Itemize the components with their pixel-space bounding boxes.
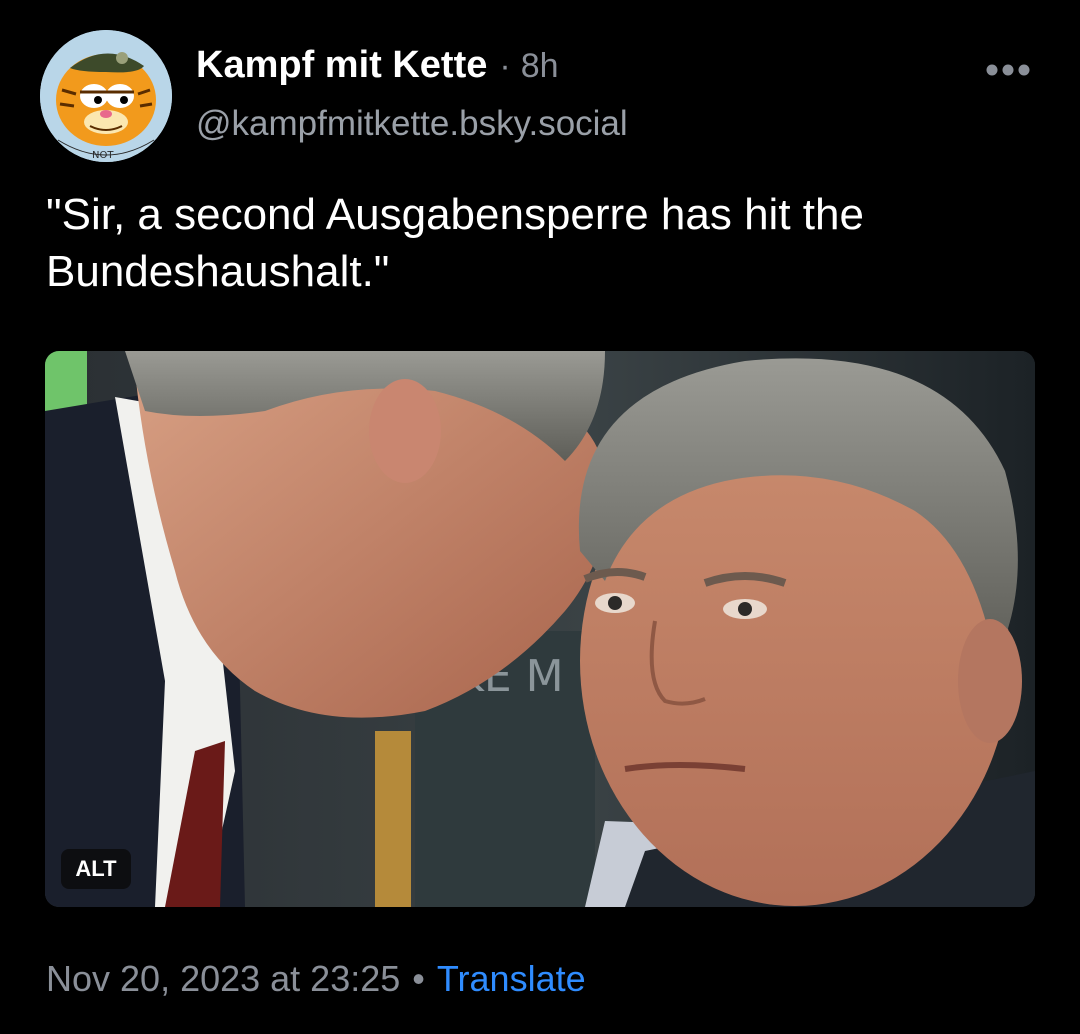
garfield-avatar-icon: NOT bbox=[40, 30, 172, 162]
translate-link[interactable]: Translate bbox=[437, 958, 586, 1000]
time-ago[interactable]: 8h bbox=[521, 47, 559, 86]
post-meta: Nov 20, 2023 at 23:25 • Translate bbox=[46, 958, 586, 1000]
post-timestamp: Nov 20, 2023 at 23:25 bbox=[46, 958, 401, 999]
meta-separator: • bbox=[412, 958, 425, 999]
more-options-button[interactable] bbox=[982, 56, 1034, 84]
avatar-caption: NOT bbox=[92, 150, 114, 161]
post-image[interactable]: KE M ALT bbox=[45, 351, 1035, 907]
avatar[interactable]: NOT bbox=[40, 30, 172, 162]
more-horizontal-icon bbox=[986, 64, 1030, 76]
post-text: "Sir, a second Ausgabensperre has hit th… bbox=[46, 190, 864, 296]
author-handle[interactable]: @kampfmitkette.bsky.social bbox=[196, 104, 628, 144]
photo-illustration: KE M bbox=[45, 351, 1035, 907]
author-row: Kampf mit Kette · 8h bbox=[196, 44, 559, 92]
display-name[interactable]: Kampf mit Kette bbox=[196, 44, 487, 87]
alt-text-button[interactable]: ALT bbox=[61, 849, 131, 889]
time-separator: · bbox=[499, 47, 511, 85]
